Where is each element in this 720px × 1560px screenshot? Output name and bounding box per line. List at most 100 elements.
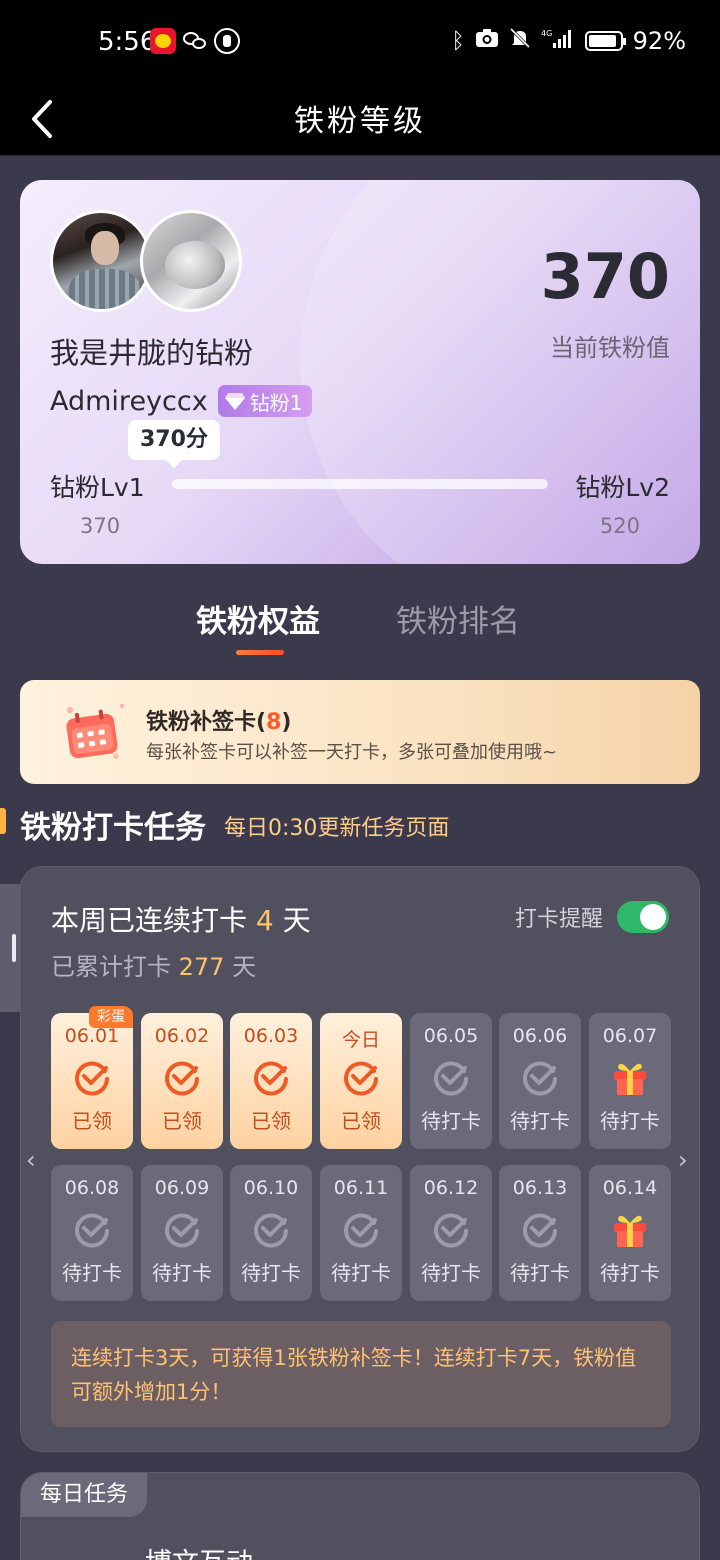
check-circle-icon (520, 1057, 560, 1097)
camera-icon (475, 28, 499, 54)
section-title: 铁粉打卡任务 (20, 810, 206, 846)
checkin-day-date: 06.05 (423, 1025, 479, 1047)
score-tooltip: 370分 (128, 420, 220, 468)
reminder-label: 打卡提醒 (514, 907, 603, 932)
checkin-day-status: 待打卡 (600, 1109, 660, 1133)
checkin-day-status: 待打卡 (62, 1261, 122, 1285)
check-circle-icon (162, 1057, 202, 1097)
checkin-day-status: 待打卡 (421, 1109, 481, 1133)
checkin-day-status: 待打卡 (510, 1261, 570, 1285)
checkin-day[interactable]: 06.06 待打卡 (499, 1013, 581, 1149)
checkin-day-date: 06.06 (512, 1025, 568, 1047)
checkin-tip: 连续打卡3天，可获得1张铁粉补签卡！连续打卡7天，铁粉值可额外增加1分！ (51, 1321, 671, 1427)
check-circle-icon (251, 1209, 291, 1249)
checkin-day-date: 06.13 (512, 1177, 568, 1199)
check-circle-icon (72, 1057, 112, 1097)
checkin-day[interactable]: 06.02 已领 (141, 1013, 223, 1149)
checkin-day[interactable]: 06.07 待打卡 (589, 1013, 671, 1149)
easter-egg-tag: 彩蛋 (89, 1006, 133, 1028)
check-circle-icon (341, 1057, 381, 1097)
streak-days: 4 (255, 904, 274, 937)
status-bar: 5:56 ᛒ 4G 92% (0, 0, 720, 84)
makeup-card-desc: 每张补签卡可以补签一天打卡，多张可叠加使用哦~ (146, 742, 558, 763)
calendar-icon (66, 704, 124, 759)
next-level-label: 钻粉Lv2 (575, 473, 670, 502)
checkin-day-status: 待打卡 (331, 1261, 391, 1285)
checkin-day-date: 06.01 (64, 1025, 120, 1047)
checkin-day-status: 待打卡 (510, 1109, 570, 1133)
checkin-day-status: 待打卡 (600, 1261, 660, 1285)
checkin-day[interactable]: 06.10 待打卡 (230, 1165, 312, 1301)
section-subtitle: 每日0:30更新任务页面 (224, 816, 450, 841)
checkin-day[interactable]: 06.05 待打卡 (410, 1013, 492, 1149)
tab-benefits[interactable]: 铁粉权益 (196, 596, 320, 641)
level-badge: 钻粉1 (217, 385, 313, 417)
fan-title: 我是井胧的钻粉 (50, 336, 254, 370)
check-circle-icon (520, 1209, 560, 1249)
checkin-day-status: 已领 (72, 1109, 112, 1133)
fan-level-card: 我是井胧的钻粉 Admireyccx 钻粉1 370 当前铁粉值 370分 钻粉… (20, 180, 700, 564)
checkin-day[interactable]: 06.13 待打卡 (499, 1165, 581, 1301)
level-badge-label: 钻粉1 (249, 390, 303, 415)
total-days: 277 (178, 953, 225, 981)
checkin-day-date: 06.07 (602, 1025, 658, 1047)
idol-avatar[interactable] (140, 210, 242, 312)
check-circle-icon (431, 1057, 471, 1097)
checkin-day-status: 已领 (162, 1109, 202, 1133)
svg-text:4G: 4G (541, 29, 552, 38)
user-avatar[interactable] (50, 210, 152, 312)
makeup-card-title: 铁粉补签卡(8) (146, 710, 292, 735)
battery-fill (588, 35, 617, 47)
tab-bar: 铁粉权益 铁粉排名 (0, 590, 720, 660)
checkin-day-status: 待打卡 (241, 1261, 301, 1285)
range-max: 520 (599, 514, 640, 538)
daily-task-item[interactable]: 博文互动 (145, 1541, 253, 1560)
checkin-day[interactable]: 06.08 待打卡 (51, 1165, 133, 1301)
reminder-toggle[interactable] (617, 901, 669, 933)
checkin-day[interactable]: 06.09 待打卡 (141, 1165, 223, 1301)
makeup-card-banner[interactable]: 铁粉补签卡(8) 每张补签卡可以补签一天打卡，多张可叠加使用哦~ (20, 680, 700, 784)
checkin-day-status: 待打卡 (152, 1261, 212, 1285)
total-checkins: 已累计打卡 277 天 (51, 953, 257, 981)
checkin-day-date: 06.11 (333, 1177, 389, 1199)
checkin-day-status: 已领 (341, 1109, 381, 1133)
hand-icon (214, 28, 240, 54)
checkin-day[interactable]: 今日 已领 (320, 1013, 402, 1149)
signal-icon: 4G (541, 27, 575, 55)
gift-box-icon (610, 1057, 650, 1097)
chevron-left-icon[interactable]: ‹ (26, 1146, 36, 1174)
chevron-right-icon[interactable]: › (678, 1146, 688, 1174)
fan-score: 370 (540, 240, 670, 313)
range-min: 370 (80, 514, 121, 538)
tab-ranking[interactable]: 铁粉排名 (396, 596, 520, 641)
username: Admireyccx (50, 385, 208, 417)
bluetooth-icon: ᛒ (451, 28, 465, 54)
check-circle-icon (72, 1209, 112, 1249)
daily-task-panel: 每日任务 博文互动 (20, 1472, 700, 1560)
diamond-icon (224, 393, 245, 410)
checkin-day-date: 06.03 (243, 1025, 299, 1047)
tab-underline (236, 650, 284, 655)
checkin-section-header: 铁粉打卡任务 每日0:30更新任务页面 (0, 800, 720, 850)
level-progress-bar (172, 479, 548, 489)
battery-icon (584, 31, 626, 51)
status-time: 5:56 (98, 27, 157, 57)
gift-box-icon (610, 1209, 650, 1249)
checkin-day[interactable]: 06.14 待打卡 (589, 1165, 671, 1301)
wechat-icon (182, 28, 208, 54)
nav-bar: 铁粉等级 (0, 84, 720, 156)
checkin-day[interactable]: 06.12 待打卡 (410, 1165, 492, 1301)
checkin-day-status: 已领 (251, 1109, 291, 1133)
page-title: 铁粉等级 (294, 104, 426, 139)
check-circle-icon (431, 1209, 471, 1249)
checkin-day[interactable]: 06.01 已领 彩蛋 (51, 1006, 133, 1149)
checkin-day[interactable]: 06.11 待打卡 (320, 1165, 402, 1301)
checkin-day-status: 待打卡 (421, 1261, 481, 1285)
mute-bell-icon (509, 27, 531, 55)
checkin-day-date: 06.02 (154, 1025, 210, 1047)
checkin-day[interactable]: 06.03 已领 (230, 1013, 312, 1149)
checkin-day-date: 06.09 (154, 1177, 210, 1199)
reminder-row: 打卡提醒 (515, 901, 669, 933)
makeup-card-count: 8 (266, 710, 282, 735)
checkin-day-date: 06.08 (64, 1177, 120, 1199)
